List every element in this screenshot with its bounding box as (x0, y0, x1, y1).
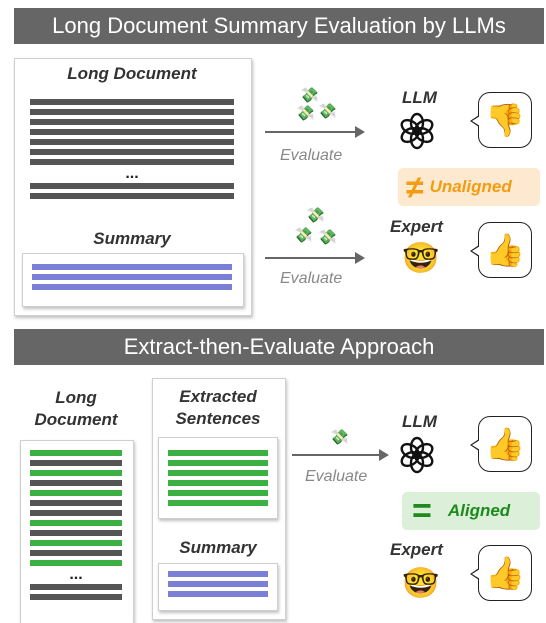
extracted-line (168, 450, 268, 456)
doc-line (30, 584, 122, 590)
long-document-label-line1: Long (55, 388, 97, 407)
doc-line (30, 510, 122, 516)
money-icon: 💸 (300, 87, 319, 104)
extracted-doc-line (30, 470, 122, 476)
extracted-line (168, 460, 268, 466)
doc-line (30, 460, 122, 466)
extracted-sentences-lines (168, 450, 268, 510)
thumbs-up-icon: 👍 (485, 426, 525, 462)
evaluate-label: Evaluate (280, 147, 343, 164)
evaluate-label: Evaluate (305, 468, 368, 485)
bottom-summary-lines (168, 571, 268, 601)
extracted-doc-line (30, 520, 122, 526)
money-icon: 💸 (318, 229, 337, 246)
llm-label: LLM (402, 412, 437, 431)
evaluate-arrow (265, 126, 365, 138)
extracted-line (168, 500, 268, 506)
doc-line (30, 530, 122, 536)
doc-line (30, 480, 122, 486)
openai-logo-icon (400, 112, 434, 150)
equal-icon: = (412, 492, 432, 530)
extracted-line (168, 480, 268, 486)
doc-line (30, 109, 234, 115)
money-icon: 💸 (306, 207, 325, 224)
llm-verdict-bubble: 👎 (470, 92, 532, 148)
extracted-doc-line (30, 540, 122, 546)
thumbs-down-icon: 👎 (485, 102, 525, 138)
extracted-sentences-label-line2: Sentences (175, 409, 261, 428)
nerd-face-icon: 🤓 (402, 567, 440, 600)
doc-line (30, 99, 234, 105)
evaluate-arrow (292, 449, 389, 461)
bottom-document-text-lines: ... (30, 450, 122, 604)
nerd-face-icon: 🤓 (402, 242, 440, 275)
extracted-doc-line (30, 450, 122, 456)
llm-verdict-bubble: 👍 (470, 416, 532, 472)
extracted-sentences-label-line1: Extracted (179, 387, 257, 406)
extracted-line (168, 470, 268, 476)
summary-line (168, 591, 268, 597)
doc-line (30, 183, 234, 189)
doc-line (30, 149, 234, 155)
summary-line (168, 581, 268, 587)
doc-line (30, 119, 234, 125)
money-icon: 💸 (294, 227, 313, 244)
doc-line (30, 139, 234, 145)
openai-logo-icon (400, 436, 434, 474)
long-document-label: Long Document (67, 64, 197, 83)
expert-label: Expert (390, 540, 443, 559)
extracted-doc-line (30, 490, 122, 496)
expert-label: Expert (390, 217, 443, 236)
aligned-label: Aligned (447, 501, 511, 520)
evaluate-label: Evaluate (280, 270, 343, 287)
bottom-summary-label: Summary (179, 538, 257, 557)
bottom-section-title: Extract-then-Evaluate Approach (14, 329, 544, 365)
unaligned-label: Unaligned (429, 177, 512, 196)
expert-verdict-bubble: 👍 (470, 222, 532, 278)
thumbs-up-icon: 👍 (485, 555, 525, 591)
ellipsis: ... (69, 566, 83, 583)
unaligned-badge: ≠ Unaligned (398, 168, 540, 206)
summary-line (32, 274, 232, 280)
ellipsis: ... (125, 165, 139, 182)
summary-line (32, 264, 232, 270)
summary-label: Summary (93, 229, 171, 248)
not-equal-icon: ≠ (406, 169, 424, 205)
long-document-text-lines: ... (30, 99, 234, 203)
doc-line (30, 193, 234, 199)
money-icon: 💸 (318, 103, 337, 120)
extracted-line (168, 490, 268, 496)
aligned-badge: = Aligned (402, 492, 540, 530)
money-icon: 💸 (296, 105, 315, 122)
doc-line (30, 550, 122, 556)
expert-verdict-bubble: 👍 (470, 545, 532, 601)
doc-line (30, 129, 234, 135)
doc-line (30, 594, 122, 600)
thumbs-up-icon: 👍 (485, 232, 525, 268)
evaluate-arrow (265, 252, 365, 264)
doc-line (30, 500, 122, 506)
top-section-title: Long Document Summary Evaluation by LLMs (14, 8, 544, 44)
summary-line (168, 571, 268, 577)
summary-text-lines (32, 264, 232, 294)
summary-line (32, 284, 232, 290)
llm-label: LLM (402, 88, 437, 107)
long-document-label-line2: Document (34, 410, 118, 429)
money-icon: 💸 (330, 429, 349, 446)
